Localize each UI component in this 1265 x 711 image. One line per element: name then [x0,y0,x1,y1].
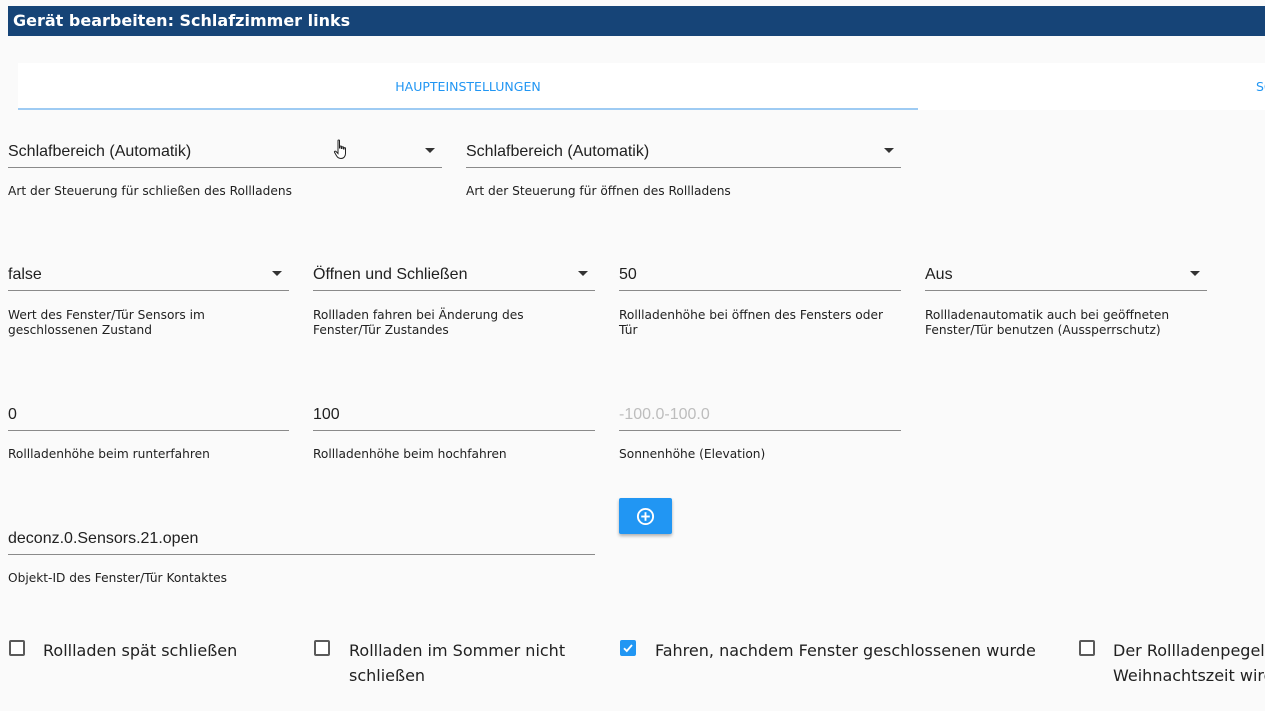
christmas-level-checkbox[interactable] [1079,640,1095,656]
move-on-change-select[interactable]: Öffnen und Schließen [313,259,595,291]
dropdown-arrow-icon [1190,271,1200,276]
lockout-protection-select[interactable]: Aus [925,259,1207,291]
move-on-change-help: Rollladen fahren bei Änderung des Fenste… [313,308,524,337]
tab-bar: HAUPTEINSTELLUNGEN SO [18,63,1265,110]
contact-id-input[interactable]: deconz.0.Sensors.21.open [8,523,595,555]
close-type-value: Schlafbereich (Automatik) [8,143,192,160]
late-close-checkbox[interactable] [9,640,25,656]
height-up-input[interactable]: 100 [313,399,595,431]
height-on-open-help: Rollladenhöhe bei öffnen des Fensters od… [619,308,883,337]
add-elevation-button[interactable] [619,498,672,534]
elevation-input[interactable]: -100.0-100.0 [619,399,901,431]
height-up-value: 100 [313,406,340,423]
close-type-select[interactable]: Schlafbereich (Automatik) [8,136,442,168]
late-close-label[interactable]: Rollladen spät schließen [43,638,237,663]
christmas-level-label[interactable]: Der Rollladenpegel Weihnachtszeit wird [1113,638,1265,688]
height-down-help: Rollladenhöhe beim runterfahren [8,447,210,461]
dialog-title: Gerät bearbeiten: Schlafzimmer links [8,6,1265,36]
contact-id-help: Objekt-ID des Fenster/Tür Kontaktes [8,571,227,585]
dropdown-arrow-icon [578,271,588,276]
hand-pointer-icon [333,139,346,160]
lockout-protection-value: Aus [925,266,953,283]
summer-no-close-label[interactable]: Rollladen im Sommer nicht schließen [349,638,565,688]
height-on-open-input[interactable]: 50 [619,259,901,291]
summer-no-close-checkbox[interactable] [314,640,330,656]
open-type-help: Art der Steuerung für öffnen des Rolllad… [466,184,731,198]
lockout-protection-help: Rollladenautomatik auch bei geöffneten F… [925,308,1170,337]
move-after-window-closed-label[interactable]: Fahren, nachdem Fenster geschlossenen wu… [655,638,1036,663]
height-up-help: Rollladenhöhe beim hochfahren [313,447,507,461]
open-type-select[interactable]: Schlafbereich (Automatik) [466,136,901,168]
height-down-input[interactable]: 0 [8,399,289,431]
sensor-closed-value-help: Wert des Fenster/Tür Sensors im geschlos… [8,308,205,337]
height-down-value: 0 [8,406,17,423]
move-after-window-closed-checkbox[interactable] [620,640,636,656]
dropdown-arrow-icon [884,148,894,153]
dropdown-arrow-icon [272,271,282,276]
checkmark-icon [623,644,633,653]
open-type-value: Schlafbereich (Automatik) [466,143,650,160]
close-type-help: Art der Steuerung für schließen des Roll… [8,184,292,198]
plus-circle-icon [636,507,655,526]
move-on-change-value: Öffnen und Schließen [313,266,468,283]
elevation-placeholder: -100.0-100.0 [619,406,710,423]
elevation-help: Sonnenhöhe (Elevation) [619,447,766,461]
tab-second[interactable]: SO [1256,63,1265,110]
contact-id-value: deconz.0.Sensors.21.open [8,530,199,547]
height-on-open-value: 50 [619,266,637,283]
sensor-closed-value-select[interactable]: false [8,259,289,291]
active-tab-indicator [18,108,918,110]
dropdown-arrow-icon [425,148,435,153]
sensor-closed-value-value: false [8,266,42,283]
tab-main-settings[interactable]: HAUPTEINSTELLUNGEN [18,63,918,110]
